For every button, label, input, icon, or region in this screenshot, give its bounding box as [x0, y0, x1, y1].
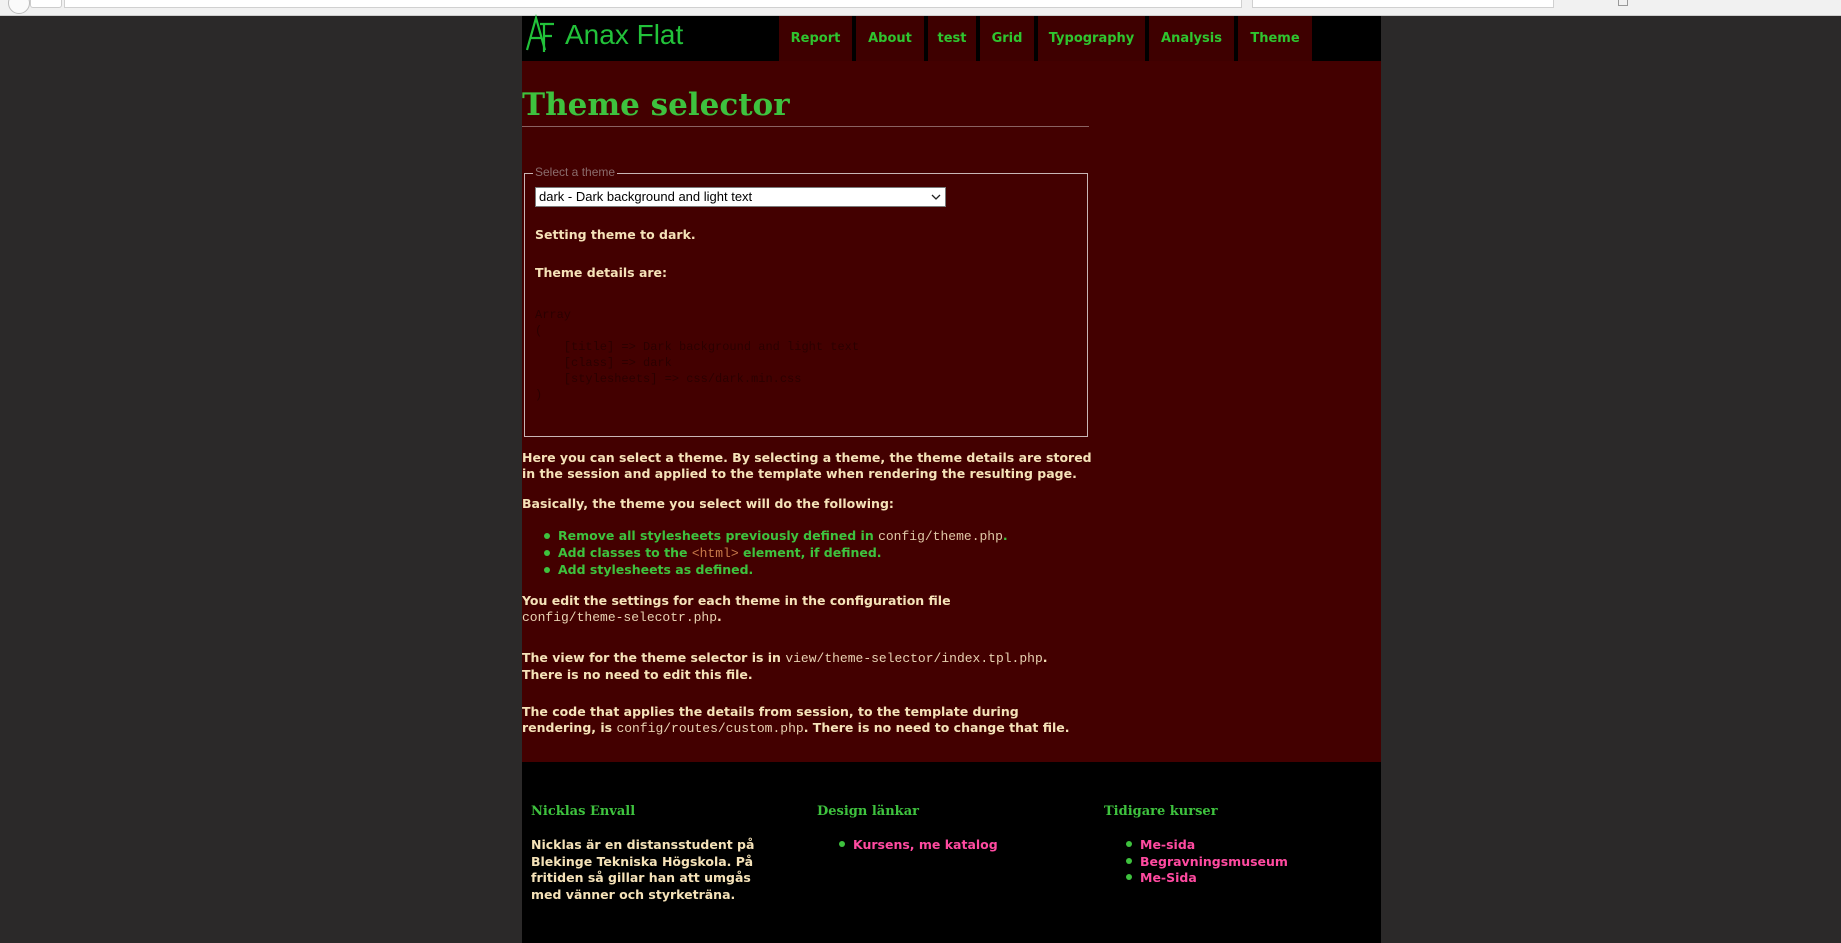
site-footer: Nicklas Envall Nicklas är en distansstud…	[522, 762, 1381, 943]
footer-link[interactable]: Kursens, me katalog	[839, 837, 998, 854]
footer-link[interactable]: Me-sida	[1126, 837, 1288, 854]
paragraph-text: You edit the settings for each theme in …	[522, 593, 951, 608]
address-bar[interactable]	[64, 0, 1242, 8]
nav-item-test[interactable]: test	[928, 16, 976, 61]
footer-link-list: Me-sida Begravningsmuseum Me-Sida	[1104, 837, 1288, 887]
code-snippet: view/theme-selector/index.tpl.php	[785, 651, 1043, 666]
page-info-icon[interactable]	[30, 0, 62, 8]
theme-actions-list: Remove all stylesheets previously define…	[544, 528, 1008, 579]
basically-paragraph: Basically, the theme you select will do …	[522, 496, 894, 511]
edit-paragraph: You edit the settings for each theme in …	[522, 593, 1042, 626]
footer-title: Nicklas Envall	[531, 804, 636, 819]
nav-item-theme[interactable]: Theme	[1238, 16, 1312, 61]
downloads-icon[interactable]	[1618, 0, 1628, 6]
code-snippet: config/routes/custom.php	[616, 721, 804, 736]
nav-label: Report	[790, 31, 841, 46]
footer-column-previous-courses: Tidigare kurser Me-sida Begravningsmuseu…	[1104, 804, 1288, 887]
footer-link[interactable]: Begravningsmuseum	[1126, 854, 1288, 871]
back-button[interactable]	[8, 0, 30, 14]
nav-label: test	[937, 31, 967, 46]
dump-line: [stylesheets] => css/dark.min.css	[535, 372, 802, 386]
paragraph-text: .	[717, 609, 722, 624]
list-item: Remove all stylesheets previously define…	[544, 528, 1008, 545]
site-header: Anax Flat Report About test Grid Typogra…	[522, 14, 1381, 61]
footer-column-design-links: Design länkar Kursens, me katalog	[817, 804, 998, 854]
dump-line: [title] => Dark background and light tex…	[535, 340, 860, 354]
details-heading: Theme details are:	[535, 265, 668, 280]
code-snippet: config/theme-selecotr.php	[522, 610, 718, 625]
nav-label: Grid	[991, 31, 1023, 46]
dump-line: [class] => dark	[535, 356, 672, 370]
footer-column-about: Nicklas Envall Nicklas är en distansstud…	[531, 804, 771, 903]
footer-bio: Nicklas är en distansstudent på Blekinge…	[531, 837, 755, 902]
intro-paragraph: Here you can select a theme. By selectin…	[522, 450, 1092, 481]
footer-title: Tidigare kurser	[1104, 804, 1218, 819]
nav-label: Theme	[1250, 31, 1300, 46]
list-item-text: Remove all stylesheets previously define…	[558, 528, 879, 543]
code-snippet: <html>	[691, 546, 739, 561]
paragraph-text: The view for the theme selector is in	[522, 650, 786, 665]
main-navbar: Report About test Grid Typography Analys…	[779, 16, 1316, 61]
nav-item-analysis[interactable]: Analysis	[1149, 16, 1234, 61]
list-item: Add classes to the <html> element, if de…	[544, 545, 1008, 562]
site-title[interactable]: Anax Flat	[565, 19, 683, 51]
list-item: Add stylesheets as defined.	[544, 562, 1008, 579]
footer-link[interactable]: Me-Sida	[1126, 870, 1288, 887]
nav-item-typography[interactable]: Typography	[1038, 16, 1145, 61]
footer-link-list: Kursens, me katalog	[817, 837, 998, 854]
browser-toolbar	[0, 0, 1841, 16]
setting-message: Setting theme to dark.	[535, 227, 696, 242]
page-container: Anax Flat Report About test Grid Typogra…	[522, 14, 1381, 943]
theme-select-value: dark - Dark background and light text	[539, 189, 753, 204]
page-title: Theme selector	[522, 87, 1089, 127]
view-paragraph: The view for the theme selector is in vi…	[522, 650, 1092, 683]
dump-line: )	[535, 388, 543, 402]
chevron-down-icon	[931, 194, 941, 200]
browser-search-field[interactable]	[1252, 0, 1554, 8]
footer-title: Design länkar	[817, 804, 919, 819]
list-item-text: element, if defined.	[738, 545, 882, 560]
list-item-text: Add stylesheets as defined.	[558, 562, 754, 577]
nav-label: About	[868, 31, 912, 46]
dump-line: Array	[535, 308, 572, 322]
theme-details-dump: Array ( [title] => Dark background and li…	[535, 307, 859, 403]
paragraph-text: . There is no need to change that file.	[803, 720, 1070, 735]
nav-label: Analysis	[1161, 31, 1222, 46]
site-logo-icon[interactable]	[524, 14, 564, 54]
list-item-text: Add classes to the	[558, 545, 692, 560]
theme-select[interactable]: dark - Dark background and light text	[535, 187, 946, 207]
form-legend: Select a theme	[533, 165, 618, 179]
nav-label: Typography	[1048, 31, 1135, 46]
apply-paragraph: The code that applies the details from s…	[522, 704, 1092, 737]
nav-item-grid[interactable]: Grid	[980, 16, 1034, 61]
list-item-text: .	[1002, 528, 1008, 543]
nav-item-about[interactable]: About	[856, 16, 924, 61]
nav-item-report[interactable]: Report	[779, 16, 852, 61]
code-snippet: config/theme.php	[878, 529, 1003, 544]
theme-form: Select a theme dark - Dark background an…	[524, 165, 1088, 437]
dump-line: (	[535, 324, 543, 338]
